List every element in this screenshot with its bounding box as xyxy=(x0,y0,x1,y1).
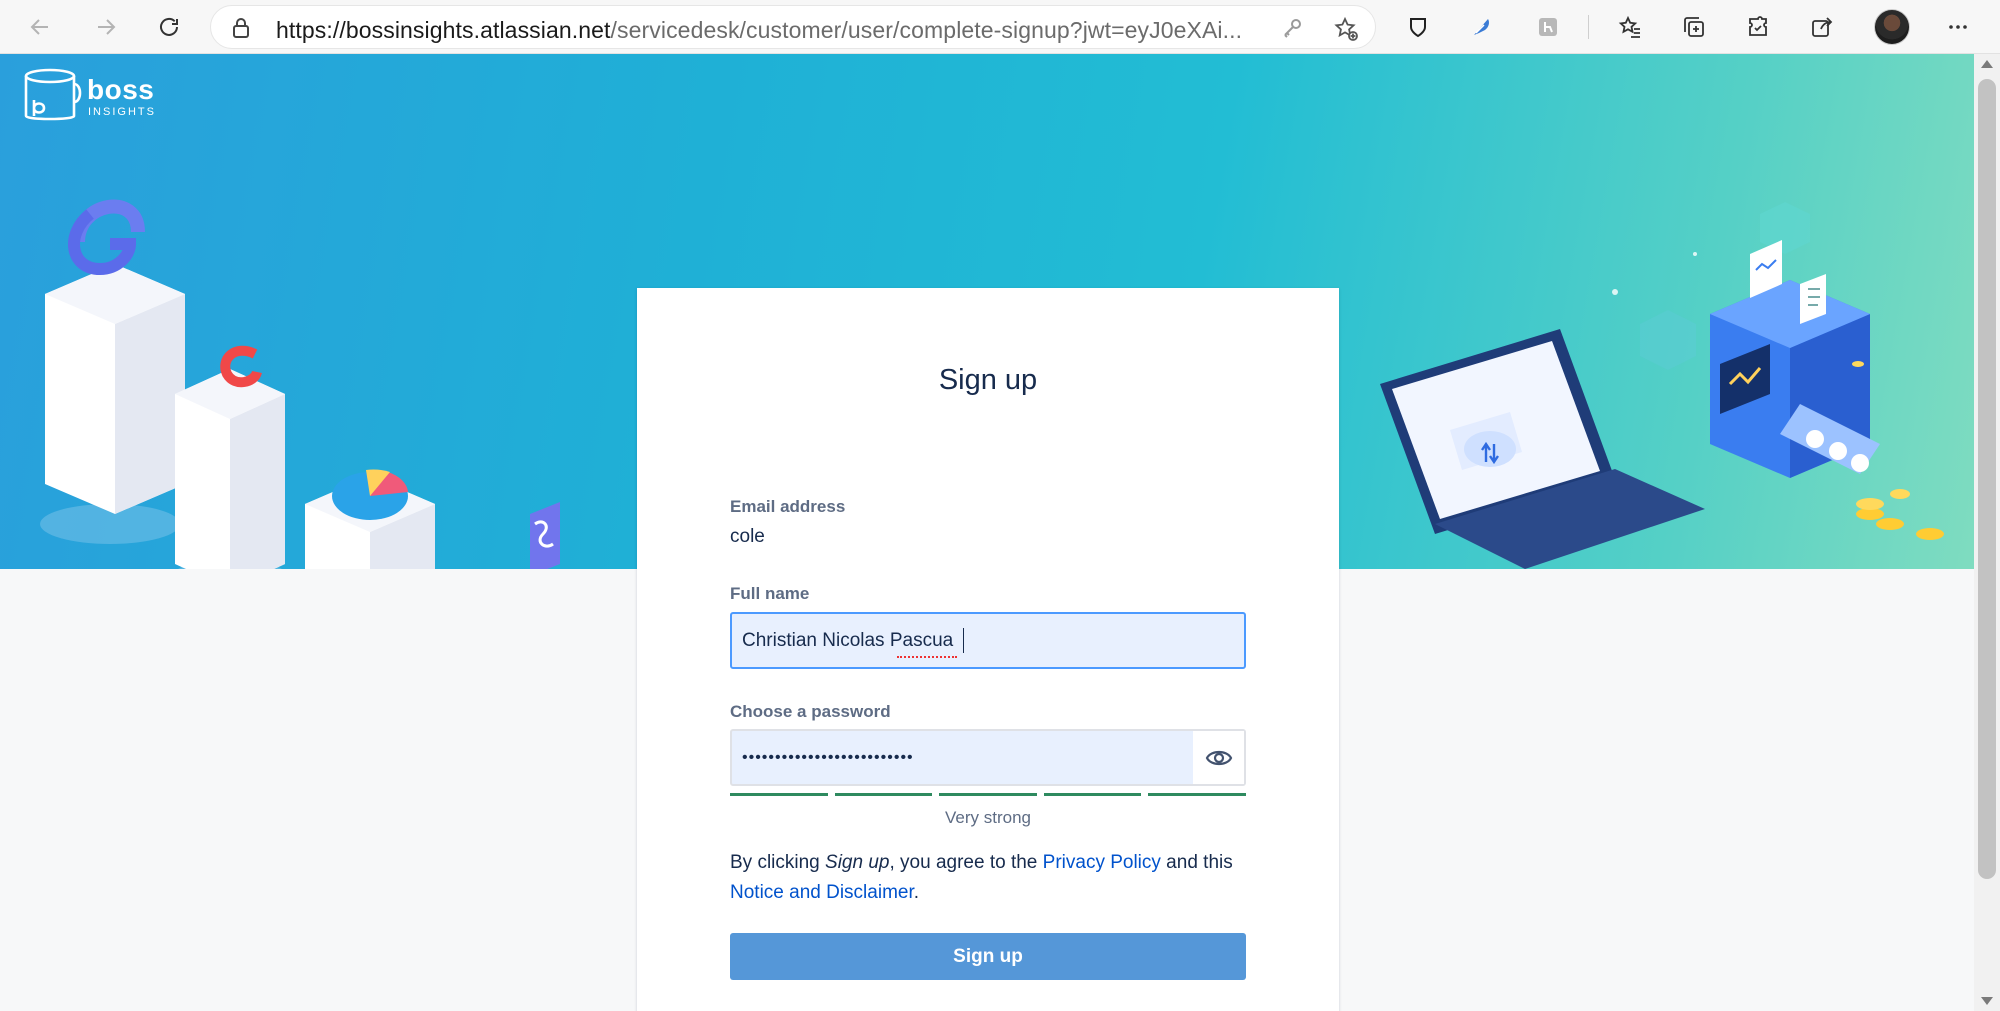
terms-text: By clicking Sign up, you agree to the Pr… xyxy=(730,848,1246,908)
email-label: Email address xyxy=(730,497,846,516)
fullname-field[interactable] xyxy=(730,612,1246,669)
collections-icon[interactable] xyxy=(1676,9,1712,45)
signup-title: Sign up xyxy=(938,364,1038,396)
shield-extension-icon[interactable] xyxy=(1400,9,1436,45)
extensions-puzzle-icon[interactable] xyxy=(1740,9,1776,45)
password-strength-text: Very strong xyxy=(945,808,1031,827)
text-caret xyxy=(963,628,964,653)
terms-prefix: By clicking xyxy=(730,852,826,873)
signup-card: Sign up Email address cole Full name Cho… xyxy=(637,288,1339,1011)
privacy-policy-link[interactable]: Privacy Policy xyxy=(1043,852,1161,873)
lock-icon[interactable] xyxy=(231,17,251,39)
strength-segment xyxy=(1043,793,1142,796)
spellcheck-underline xyxy=(897,654,957,658)
scroll-down-icon[interactable] xyxy=(1981,997,1993,1005)
more-menu-icon[interactable] xyxy=(1940,9,1976,45)
favorites-icon[interactable] xyxy=(1612,9,1648,45)
scroll-up-icon[interactable] xyxy=(1981,60,1993,68)
page-scrollbar[interactable] xyxy=(1974,54,2000,1011)
fullname-input[interactable] xyxy=(742,614,1212,667)
terms-and: and this xyxy=(1160,852,1233,873)
back-icon[interactable] xyxy=(22,9,58,45)
terms-mid: , you agree to the xyxy=(889,852,1043,873)
page-content: boss INSIGHTS Sign up Email address cole… xyxy=(0,54,1974,1011)
profile-avatar[interactable] xyxy=(1874,9,1910,45)
fullname-label: Full name xyxy=(730,584,810,603)
notice-disclaimer-link[interactable]: Notice and Disclaimer xyxy=(730,882,914,903)
logo-subtitle: INSIGHTS xyxy=(88,106,156,118)
strength-segment xyxy=(730,793,828,796)
share-icon[interactable] xyxy=(1804,9,1840,45)
forward-icon[interactable] xyxy=(88,9,124,45)
url-text[interactable]: https://bossinsights.atlassian.net/servi… xyxy=(276,17,1242,44)
browser-toolbar: https://bossinsights.atlassian.net/servi… xyxy=(0,0,2000,54)
mug-logo-icon xyxy=(24,68,82,121)
strength-segment xyxy=(939,793,1037,796)
boss-insights-logo[interactable]: boss INSIGHTS xyxy=(22,66,162,126)
email-value: cole xyxy=(730,526,765,547)
refresh-icon[interactable] xyxy=(151,9,187,45)
scrollbar-thumb[interactable] xyxy=(1978,79,1996,879)
address-bar[interactable]: https://bossinsights.atlassian.net/servi… xyxy=(210,5,1376,49)
password-field[interactable] xyxy=(730,729,1246,786)
logo-word: boss xyxy=(87,74,155,105)
signup-button[interactable]: Sign up xyxy=(730,933,1246,980)
terms-end: . xyxy=(913,882,920,903)
key-icon[interactable] xyxy=(1281,17,1303,39)
show-password-icon[interactable] xyxy=(1193,731,1244,784)
strength-segment xyxy=(1148,793,1246,796)
feather-extension-icon[interactable] xyxy=(1464,9,1500,45)
banner-illustration-right xyxy=(1380,202,1944,569)
strength-segment xyxy=(834,793,933,796)
banner-illustration-left xyxy=(40,199,560,569)
add-favorite-icon[interactable] xyxy=(1333,16,1359,42)
terms-em: Sign up xyxy=(825,852,890,873)
password-label: Choose a password xyxy=(730,702,891,721)
password-strength-meter xyxy=(730,793,1246,796)
grey-extension-icon[interactable] xyxy=(1530,9,1566,45)
password-input[interactable] xyxy=(742,731,1212,784)
